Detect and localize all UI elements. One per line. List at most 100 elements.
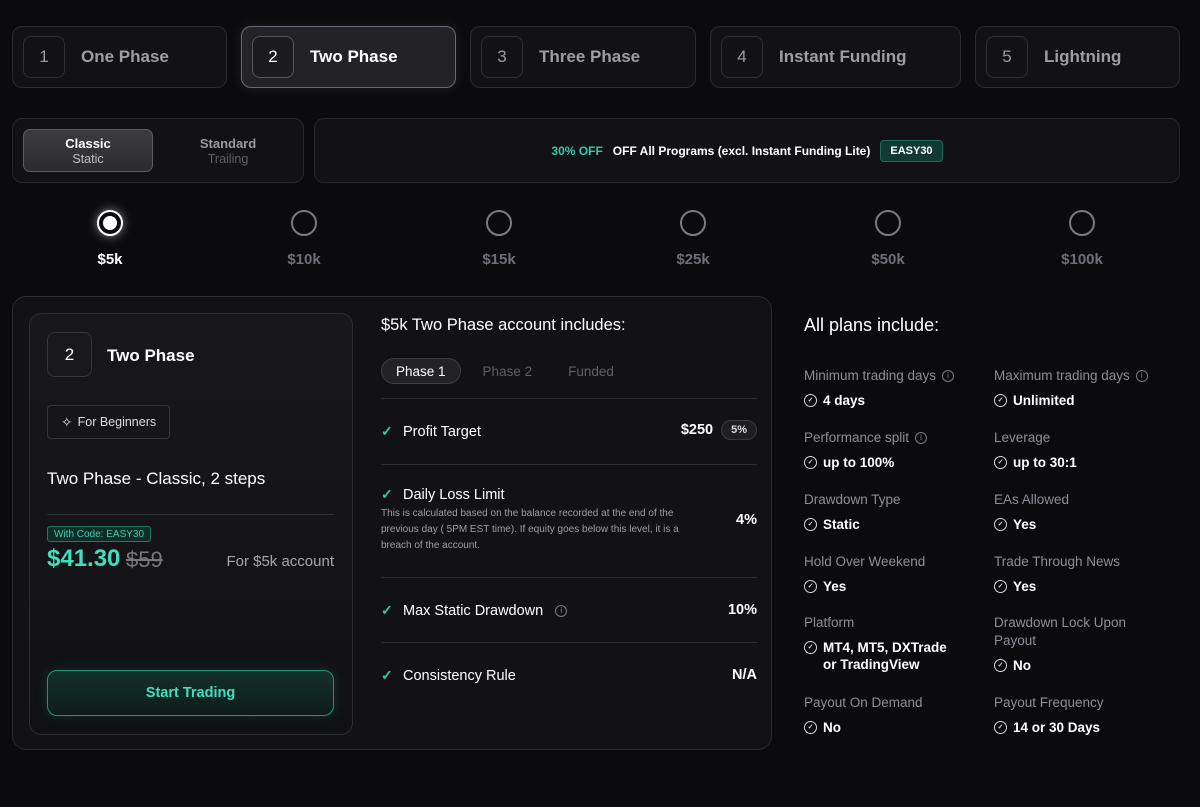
rule-value: $250 5%: [681, 420, 757, 440]
size-option-5k[interactable]: $5k: [70, 210, 150, 268]
feature-drawdown-type: Drawdown Type ✓ Static: [804, 491, 984, 533]
rule-title: ✓ Daily Loss Limit: [381, 486, 505, 503]
feature-value: ✓ 4 days: [804, 392, 984, 409]
rule-label: Max Static Drawdown: [403, 602, 544, 619]
feature-label: Drawdown Lock Upon Payout: [994, 615, 1127, 648]
check-circle-icon: ✓: [994, 580, 1007, 593]
tab-instant-funding[interactable]: 4 Instant Funding: [710, 26, 961, 88]
info-icon[interactable]: i: [555, 604, 568, 617]
size-option-50k[interactable]: $50k: [848, 210, 928, 268]
feature-value: ✓ Static: [804, 516, 984, 533]
check-icon: ✓: [381, 423, 393, 439]
radio-icon[interactable]: [1069, 210, 1095, 236]
size-option-15k[interactable]: $15k: [459, 210, 539, 268]
profit-target-amount: $250: [680, 422, 714, 438]
mode-subtitle: Static: [72, 151, 104, 166]
size-label: $15k: [482, 251, 516, 268]
plan-description: Two Phase - Classic, 2 steps: [47, 469, 266, 488]
feature-value-text: 4 days: [823, 393, 866, 408]
check-circle-icon: ✓: [994, 456, 1007, 469]
feature-value: ✓ MT4, MT5, DXTrade or TradingView: [804, 639, 954, 673]
feature-value: ✓ Yes: [804, 578, 984, 595]
mode-title: Standard: [199, 135, 257, 151]
tab-lightning[interactable]: 5 Lightning: [975, 26, 1180, 88]
radio-icon[interactable]: [291, 210, 317, 236]
divider: [47, 514, 334, 515]
check-circle-icon: ✓: [804, 518, 817, 531]
size-label: $25k: [676, 251, 710, 268]
phase-tabs: Phase 1 Phase 2 Funded: [381, 358, 636, 384]
badge-label: For Beginners: [77, 415, 157, 429]
radio-icon[interactable]: [680, 210, 706, 236]
sparkle-icon: ✧: [60, 413, 73, 430]
check-icon: ✓: [381, 667, 393, 683]
size-option-25k[interactable]: $25k: [653, 210, 733, 268]
rule-daily-loss-limit: ✓ Daily Loss Limit This is calculated ba…: [381, 464, 757, 577]
check-circle-icon: ✓: [804, 394, 817, 407]
feature-label: Maximum trading days i: [994, 367, 1174, 385]
tab-three-phase[interactable]: 3 Three Phase: [470, 26, 696, 88]
feature-label: Performance split i: [804, 429, 984, 447]
plan-name: Two Phase: [107, 346, 195, 365]
info-icon[interactable]: i: [915, 432, 928, 444]
promo-code-badge[interactable]: EASY30: [880, 139, 943, 162]
tab-number: 4: [721, 36, 763, 78]
rule-max-static-drawdown: ✓ Max Static Drawdown i 10%: [381, 577, 757, 642]
size-label: $100k: [1061, 251, 1103, 268]
discounted-price: $41.30: [47, 545, 121, 572]
tab-label: Two Phase: [310, 47, 398, 66]
feature-value-text: Yes: [1013, 579, 1037, 594]
radio-icon[interactable]: [486, 210, 512, 236]
plan-card: 2 Two Phase ✧ For Beginners Two Phase - …: [29, 313, 353, 735]
tab-funded[interactable]: Funded: [554, 358, 628, 384]
tab-one-phase[interactable]: 1 One Phase: [12, 26, 227, 88]
feature-trade-through-news: Trade Through News ✓ Yes: [994, 553, 1174, 595]
rule-title: ✓ Consistency Rule: [381, 667, 516, 684]
price-account-size: For $5k account: [226, 553, 334, 570]
feature-eas-allowed: EAs Allowed ✓ Yes: [994, 491, 1174, 533]
feature-label: Leverage: [994, 430, 1051, 445]
check-circle-icon: ✓: [994, 721, 1007, 734]
tab-number: 1: [23, 36, 65, 78]
tab-label: One Phase: [81, 47, 169, 66]
mode-classic-button[interactable]: Classic Static: [23, 129, 154, 172]
plan-details-panel: 2 Two Phase ✧ For Beginners Two Phase - …: [12, 296, 772, 750]
mode-standard-button[interactable]: Standard Trailing: [163, 129, 293, 172]
feature-value-text: No: [823, 720, 841, 735]
feature-label: Payout Frequency: [994, 695, 1104, 710]
includes-title: $5k Two Phase account includes:: [381, 316, 626, 334]
rule-value: 10%: [727, 602, 757, 618]
rule-title: ✓ Profit Target: [381, 423, 481, 440]
feature-value-text: 14 or 30 Days: [1013, 720, 1101, 735]
check-circle-icon: ✓: [804, 721, 817, 734]
rule-label: Consistency Rule: [403, 667, 516, 684]
tab-phase-2[interactable]: Phase 2: [469, 358, 547, 384]
size-option-100k[interactable]: $100k: [1042, 210, 1122, 268]
start-trading-button[interactable]: Start Trading: [47, 670, 334, 716]
feature-payout-on-demand: Payout On Demand ✓ No: [804, 694, 984, 736]
feature-value-text: Yes: [823, 579, 847, 594]
tab-phase-1[interactable]: Phase 1: [381, 358, 461, 384]
original-price: $59: [126, 547, 163, 572]
radio-icon[interactable]: [875, 210, 901, 236]
rule-value: 4%: [736, 512, 757, 528]
radio-selected-icon[interactable]: [97, 210, 123, 236]
feature-payout-frequency: Payout Frequency ✓ 14 or 30 Days: [994, 694, 1174, 736]
check-circle-icon: ✓: [804, 456, 817, 469]
tab-number: 2: [252, 36, 294, 78]
feature-label-text: Performance split: [804, 430, 910, 445]
feature-performance-split: Performance split i ✓ up to 100%: [804, 429, 984, 471]
mode-subtitle: Trailing: [207, 151, 249, 166]
rule-profit-target: ✓ Profit Target $250 5%: [381, 398, 757, 464]
info-icon[interactable]: i: [1135, 370, 1148, 382]
check-circle-icon: ✓: [804, 580, 817, 593]
feature-value: ✓ No: [994, 657, 1174, 674]
feature-value-text: Static: [823, 517, 860, 532]
account-size-selector: $5k $10k $15k $25k $50k $100k: [0, 210, 1200, 272]
info-icon[interactable]: i: [942, 370, 955, 382]
check-circle-icon: ✓: [994, 518, 1007, 531]
feature-value: ✓ Unlimited: [994, 392, 1174, 409]
tab-two-phase[interactable]: 2 Two Phase: [241, 26, 456, 88]
size-option-10k[interactable]: $10k: [264, 210, 344, 268]
feature-value: ✓ Yes: [994, 578, 1174, 595]
